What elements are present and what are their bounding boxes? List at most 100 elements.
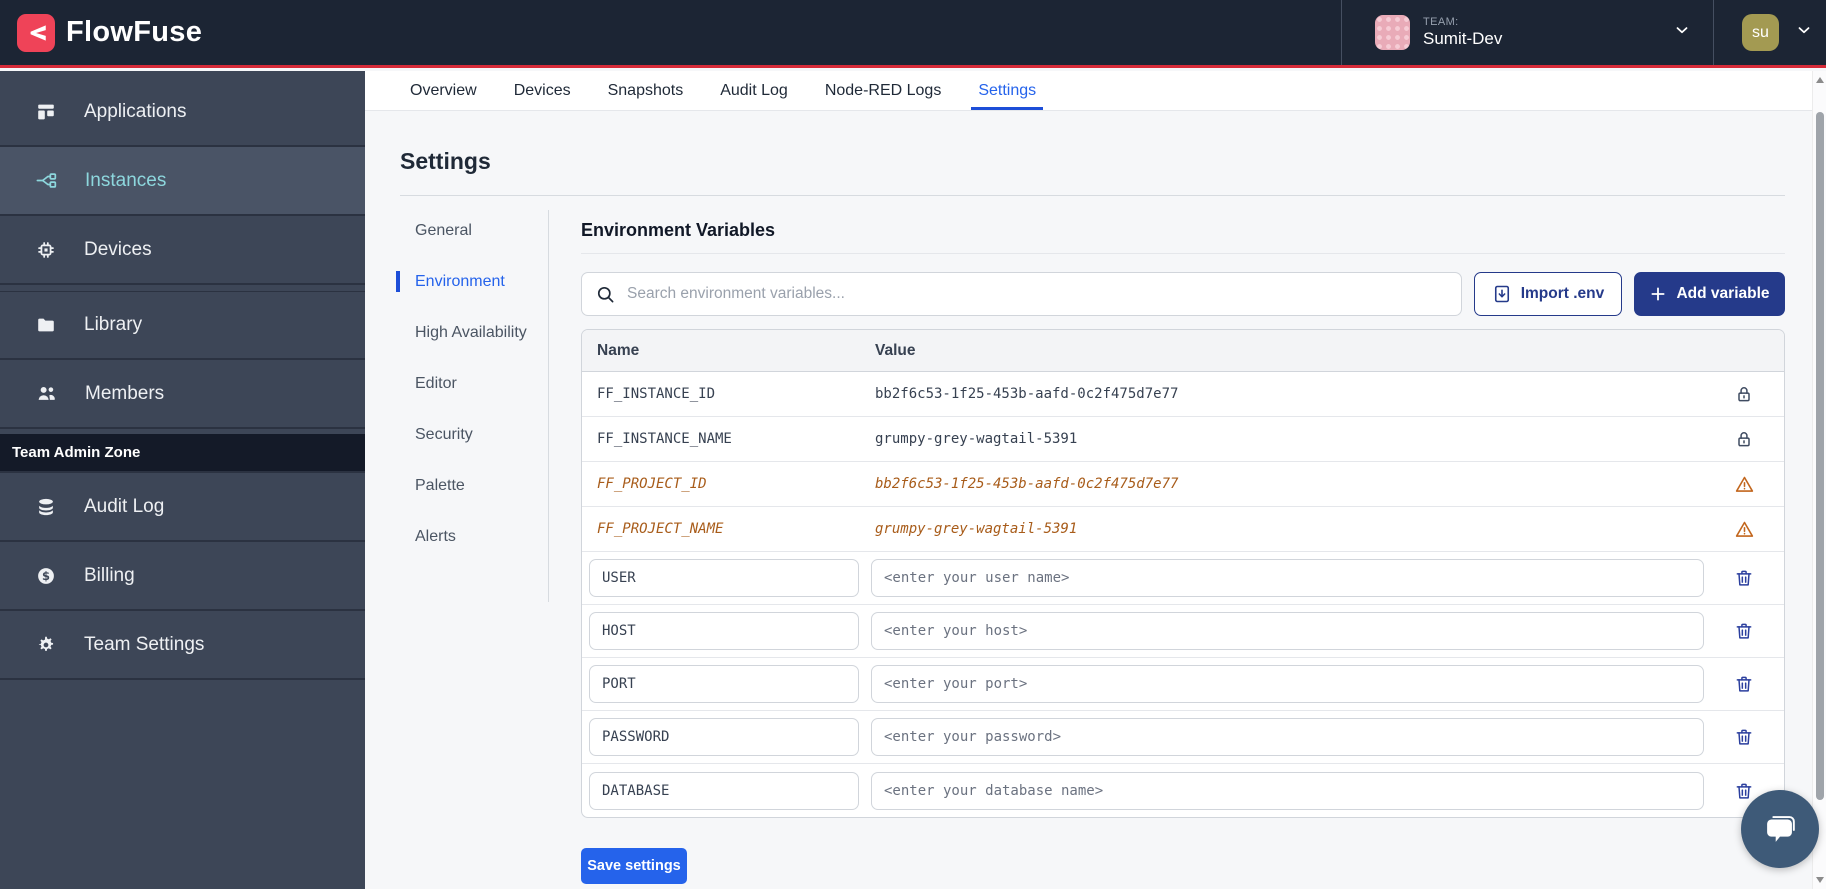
tab-settings[interactable]: Settings [978,71,1036,110]
sidebar-item-instances[interactable]: Instances [0,147,365,216]
add-variable-label: Add variable [1676,285,1769,303]
trash-icon [1734,621,1754,641]
team-avatar [1375,15,1410,50]
user-avatar: su [1742,14,1779,51]
env-var-name-input[interactable] [589,559,859,597]
sidebar: Applications Instances Devices Library [0,71,365,889]
lock-icon [1704,384,1784,404]
flowfuse-logo-icon [17,14,55,52]
delete-variable-button[interactable] [1704,621,1784,641]
user-menu[interactable]: su [1713,0,1826,65]
divider [581,253,1785,254]
tab-node-red-logs[interactable]: Node-RED Logs [825,71,942,110]
team-name: Sumit-Dev [1423,29,1502,49]
import-file-icon [1492,284,1512,304]
table-header: Name Value [582,330,1784,372]
env-var-value: grumpy-grey-wagtail-5391 [865,431,1704,447]
folder-icon [35,314,57,336]
import-env-button[interactable]: Import .env [1474,272,1622,316]
instance-tabbar: Overview Devices Snapshots Audit Log Nod… [365,71,1826,111]
page-scrollbar[interactable] [1812,71,1826,889]
env-var-value-input[interactable] [871,612,1704,650]
subnav-item-environment[interactable]: Environment [396,271,548,292]
tab-devices[interactable]: Devices [514,71,571,110]
app-header: FlowFuse TEAM: Sumit-Dev su [0,0,1826,68]
scroll-up-arrow[interactable] [1816,77,1824,83]
import-env-label: Import .env [1521,285,1605,303]
tab-overview[interactable]: Overview [410,71,477,110]
plus-icon [1649,285,1667,303]
tab-snapshots[interactable]: Snapshots [608,71,684,110]
page-title: Settings [400,148,1785,175]
tab-audit-log[interactable]: Audit Log [720,71,788,110]
dollar-circle-icon: $ [35,565,57,587]
table-row: FF_PROJECT_NAME grumpy-grey-wagtail-5391 [582,507,1784,552]
gear-icon [35,634,57,656]
subnav-item-editor[interactable]: Editor [396,373,548,394]
sidebar-item-devices[interactable]: Devices [0,216,365,285]
sidebar-item-label: Members [85,383,164,405]
delete-variable-button[interactable] [1704,568,1784,588]
sidebar-item-library[interactable]: Library [0,291,365,360]
save-settings-button[interactable]: Save settings [581,848,687,884]
sidebar-item-members[interactable]: Members [0,360,365,429]
subnav-item-security[interactable]: Security [396,424,548,445]
trash-icon [1734,568,1754,588]
team-admin-zone-label: Team Admin Zone [0,434,365,473]
delete-variable-button[interactable] [1704,674,1784,694]
lock-icon [1704,429,1784,449]
sidebar-item-label: Devices [84,239,152,261]
env-var-value: bb2f6c53-1f25-453b-aafd-0c2f475d7e77 [865,386,1704,402]
env-var-value-input[interactable] [871,665,1704,703]
chat-widget-button[interactable] [1741,790,1819,868]
sidebar-item-label: Applications [84,101,186,123]
sidebar-item-label: Billing [84,565,135,587]
env-var-name-input[interactable] [589,772,859,810]
subnav-item-palette[interactable]: Palette [396,475,548,496]
svg-text:$: $ [42,568,50,582]
sidebar-item-billing[interactable]: $ Billing [0,542,365,611]
table-row: FF_PROJECT_ID bb2f6c53-1f25-453b-aafd-0c… [582,462,1784,507]
sidebar-item-audit-log[interactable]: Audit Log [0,473,365,542]
column-header-name: Name [582,342,865,360]
scrollbar-thumb[interactable] [1816,112,1824,800]
env-var-value-input[interactable] [871,718,1704,756]
env-var-value-input[interactable] [871,559,1704,597]
applications-icon [35,101,57,123]
sidebar-item-applications[interactable]: Applications [0,78,365,147]
users-icon [35,382,58,405]
settings-subnav: General Environment High Availability Ed… [400,196,548,884]
subnav-item-general[interactable]: General [396,220,548,241]
table-row [582,764,1784,817]
database-icon [35,496,57,518]
warning-icon [1704,519,1784,540]
brand-name: FlowFuse [66,16,202,49]
search-icon [596,285,615,304]
env-var-name: FF_INSTANCE_NAME [582,431,865,447]
table-row [582,658,1784,711]
env-var-name-input[interactable] [589,665,859,703]
sidebar-item-team-settings[interactable]: Team Settings [0,611,365,680]
team-label: TEAM: [1423,16,1502,28]
delete-variable-button[interactable] [1704,727,1784,747]
main-area: Overview Devices Snapshots Audit Log Nod… [365,71,1826,889]
env-var-name-input[interactable] [589,718,859,756]
trash-icon [1734,727,1754,747]
subnav-item-high-availability[interactable]: High Availability [396,322,548,343]
sidebar-item-label: Audit Log [84,496,164,518]
team-selector[interactable]: TEAM: Sumit-Dev [1341,0,1713,65]
trash-icon [1734,781,1754,801]
section-heading: Environment Variables [581,220,1785,241]
search-box [581,272,1462,316]
env-var-name: FF_PROJECT_ID [582,476,865,492]
brand[interactable]: FlowFuse [0,14,202,52]
env-variables-table: Name Value FF_INSTANCE_ID bb2f6c53-1f25-… [581,329,1785,818]
scroll-down-arrow[interactable] [1816,877,1824,883]
add-variable-button[interactable]: Add variable [1634,272,1785,316]
subnav-item-alerts[interactable]: Alerts [396,526,548,547]
search-input[interactable] [627,285,1447,303]
table-row [582,552,1784,605]
env-var-value-input[interactable] [871,772,1704,810]
env-var-name-input[interactable] [589,612,859,650]
sidebar-item-label: Instances [85,170,166,192]
